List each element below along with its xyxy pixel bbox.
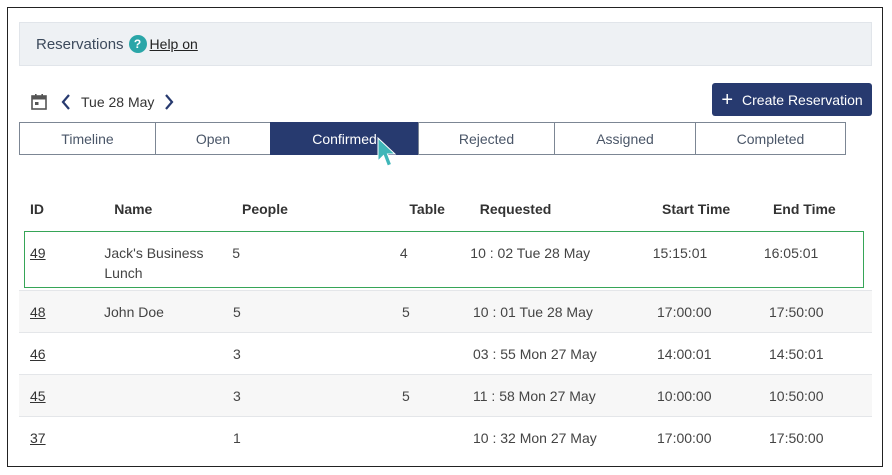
reservation-id-link[interactable]: 49 bbox=[30, 245, 46, 261]
reservation-start-time: 10:00:00 bbox=[657, 388, 712, 404]
page-header: Reservations ? Help on bbox=[19, 22, 872, 66]
reservation-requested: 03 : 55 Mon 27 May bbox=[473, 346, 597, 362]
tab-timeline[interactable]: Timeline bbox=[19, 122, 156, 155]
current-date: Tue 28 May bbox=[81, 94, 155, 110]
reservation-start-time: 15:15:01 bbox=[652, 245, 708, 261]
calendar-icon[interactable] bbox=[30, 93, 48, 111]
reservation-end-time: 17:50:00 bbox=[769, 304, 824, 320]
reservation-requested: 10 : 02 Tue 28 May bbox=[470, 245, 591, 261]
reservation-table-number: 5 bbox=[402, 304, 410, 320]
reservation-table-number: 5 bbox=[402, 388, 410, 404]
reservation-start-time: 17:00:00 bbox=[657, 304, 712, 320]
reservation-people: 3 bbox=[233, 346, 241, 362]
status-tabs: Timeline Open Confirmed Rejected Assigne… bbox=[19, 122, 846, 155]
reservation-id-link[interactable]: 46 bbox=[30, 346, 46, 362]
reservation-start-time: 17:00:00 bbox=[657, 430, 712, 446]
date-navigator: Tue 28 May bbox=[30, 92, 175, 112]
previous-day-icon[interactable] bbox=[60, 93, 72, 111]
reservation-id-link[interactable]: 45 bbox=[30, 388, 46, 404]
reservation-name bbox=[104, 375, 233, 416]
reservation-end-time: 16:05:01 bbox=[763, 245, 819, 261]
next-day-icon[interactable] bbox=[163, 93, 175, 111]
column-header-people[interactable]: People bbox=[242, 201, 409, 217]
help-link[interactable]: Help on bbox=[150, 36, 198, 52]
reservation-end-time: 14:50:01 bbox=[769, 346, 824, 362]
column-header-end-time[interactable]: End Time bbox=[773, 201, 872, 217]
column-header-start-time[interactable]: Start Time bbox=[662, 201, 773, 217]
column-header-table[interactable]: Table bbox=[409, 201, 479, 217]
table-row[interactable]: 48 John Doe 5 5 10 : 01 Tue 28 May 17:00… bbox=[19, 290, 872, 332]
column-header-requested[interactable]: Requested bbox=[480, 201, 662, 217]
reservation-table-number: 4 bbox=[399, 245, 408, 261]
column-header-name[interactable]: Name bbox=[114, 201, 242, 217]
reservation-people: 5 bbox=[233, 304, 241, 320]
table-header: ID Name People Table Requested Start Tim… bbox=[19, 189, 872, 229]
reservation-end-time: 17:50:00 bbox=[769, 430, 824, 446]
reservation-requested: 11 : 58 Mon 27 May bbox=[473, 388, 596, 404]
reservation-id-link[interactable]: 48 bbox=[30, 304, 46, 320]
reservation-people: 3 bbox=[233, 388, 241, 404]
reservation-people: 1 bbox=[233, 430, 241, 446]
plus-icon: + bbox=[721, 88, 734, 111]
reservation-name: Jack's Business Lunch bbox=[104, 245, 204, 281]
reservation-start-time: 14:00:01 bbox=[657, 346, 712, 362]
tab-assigned[interactable]: Assigned bbox=[554, 122, 696, 155]
reservation-requested: 10 : 32 Mon 27 May bbox=[473, 430, 597, 446]
column-header-id[interactable]: ID bbox=[19, 201, 114, 217]
reservation-id-link[interactable]: 37 bbox=[30, 430, 46, 446]
reservation-table-number bbox=[402, 417, 473, 458]
create-reservation-button[interactable]: + Create Reservation bbox=[712, 83, 872, 116]
reservation-table-number bbox=[402, 333, 473, 374]
mouse-cursor-icon bbox=[377, 137, 397, 167]
reservations-table: ID Name People Table Requested Start Tim… bbox=[19, 189, 872, 458]
tab-completed[interactable]: Completed bbox=[695, 122, 846, 155]
table-row[interactable]: 46 3 03 : 55 Mon 27 May 14:00:01 14:50:0… bbox=[19, 332, 872, 374]
reservation-name: John Doe bbox=[104, 304, 164, 320]
table-row-selected[interactable]: 49 Jack's Business Lunch 5 4 10 : 02 Tue… bbox=[24, 231, 864, 288]
table-row[interactable]: 45 3 5 11 : 58 Mon 27 May 10:00:00 10:50… bbox=[19, 374, 872, 416]
tab-open[interactable]: Open bbox=[155, 122, 271, 155]
table-row[interactable]: 37 1 10 : 32 Mon 27 May 17:00:00 17:50:0… bbox=[19, 416, 872, 458]
reservation-end-time: 10:50:00 bbox=[769, 388, 824, 404]
reservation-requested: 10 : 01 Tue 28 May bbox=[473, 304, 593, 320]
reservation-people: 5 bbox=[232, 245, 241, 261]
tab-rejected[interactable]: Rejected bbox=[418, 122, 555, 155]
help-icon[interactable]: ? bbox=[128, 35, 147, 53]
page-title: Reservations bbox=[36, 35, 124, 53]
create-reservation-label: Create Reservation bbox=[742, 91, 863, 108]
reservation-name bbox=[104, 417, 233, 458]
reservation-name bbox=[104, 333, 233, 374]
